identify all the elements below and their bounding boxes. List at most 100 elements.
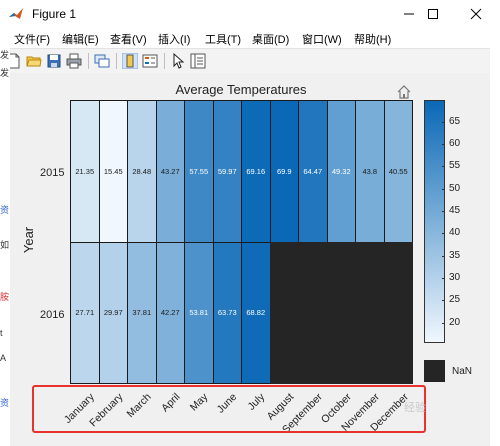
heatmap-cell-label: 29.97 [103,308,123,318]
menu-bar: 文件(F) 编辑(E) 查看(V) 插入(I) 工具(T) 桌面(D) 窗口(W… [0,28,500,48]
heatmap-cell: 69.16 [241,100,271,243]
heatmap-cell-label: 27.71 [75,308,95,318]
heatmap-cell-label: 69.16 [246,166,266,176]
colorbar-icon[interactable] [122,53,138,69]
chart-title: Average Temperatures [175,82,307,97]
menu-edit[interactable]: 编辑(E) [62,31,99,47]
colorbar [424,100,445,343]
colorbar-tick-label: 25 [449,294,461,306]
heatmap-cell-label: 68.82 [246,308,266,318]
save-icon[interactable] [46,53,62,69]
colorbar-tick [442,322,445,324]
menu-insert[interactable]: 插入(I) [158,31,190,47]
heatmap-cell-label: 49.32 [331,166,351,176]
heatmap-cell-label: 53.81 [189,308,209,318]
background-link: 资 [0,398,10,408]
nan-color-swatch [424,360,445,382]
heatmap-cell: 43.27 [155,100,185,243]
colorbar-tick [442,278,445,280]
colorbar-tick [442,121,445,123]
print-icon[interactable] [66,53,82,69]
colorbar-tick-label: 65 [449,115,461,127]
heatmap-cell: 42.27 [155,241,185,384]
heatmap-cell: 59.97 [212,100,242,243]
colorbar-tick-label: 45 [449,205,461,217]
heatmap-cell: 49.32 [326,100,356,243]
nan-label: NaN [452,366,473,377]
heatmap-cell-label: 57.55 [189,166,209,176]
colorbar-tick-label: 35 [449,249,461,261]
heatmap-cell: 53.81 [184,241,214,384]
heatmap-cell: 63.73 [212,241,242,384]
heatmap-cell-label: 28.48 [132,166,152,176]
colorbar-tick-label: 60 [449,138,461,150]
heatmap-cell: 27.71 [70,241,100,384]
home-icon[interactable] [396,84,412,100]
colorbar-tick [442,233,445,235]
colorbar-tick [442,300,445,302]
heatmap-cell [355,241,385,384]
background-text: 如 [0,240,10,250]
menu-desktop[interactable]: 桌面(D) [252,31,289,47]
colorbar-tick-label: 30 [449,272,461,284]
maximize-button[interactable] [415,0,451,28]
heatmap-cell: 28.48 [127,100,157,243]
legend-icon[interactable] [142,53,158,69]
toolbar-separator [88,53,89,69]
heatmap-cell [269,241,299,384]
close-button[interactable] [458,0,494,28]
heatmap-cell: 57.55 [184,100,214,243]
heatmap-cell-label: 21.35 [75,166,95,176]
menu-tools[interactable]: 工具(T) [205,31,241,47]
heatmap-cell-label: 64.47 [303,166,323,176]
background-text: A [0,353,7,363]
pointer-icon[interactable] [170,53,186,69]
heatmap-cell-label: 15.45 [103,166,123,176]
property-editor-icon[interactable] [190,53,206,69]
heatmap-cell: 37.81 [127,241,157,384]
window-title: Figure 1 [32,7,77,21]
menu-view[interactable]: 查看(V) [110,31,147,47]
heatmap-cell-label: 42.27 [160,308,180,318]
maximize-icon [428,9,438,19]
heatmap-cell [298,241,328,384]
colorbar-tick [442,144,445,146]
watermark: 经验 [404,402,426,414]
highlight-frame [32,385,426,433]
background-text: 发 [0,68,10,78]
colorbar-tick-label: 40 [449,227,461,239]
background-text: 胺 [0,292,10,302]
background-link: 资 [0,205,10,215]
y-tick-label: 2015 [40,167,65,179]
colorbar-tick [442,166,445,168]
heatmap-cell-label: 69.9 [276,166,292,176]
background-text: 发 [0,50,10,60]
open-icon[interactable] [26,53,42,69]
colorbar-tick-label: 20 [449,316,461,328]
heatmap-cell-label: 43.8 [362,166,378,176]
link-icon[interactable] [94,53,110,69]
heatmap-cell-label: 37.81 [132,308,152,318]
colorbar-tick [442,255,445,257]
y-axis-label: Year [21,226,36,254]
heatmap-cell [326,241,356,384]
toolbar-separator [116,53,117,69]
toolbar-separator [164,53,165,69]
menu-window[interactable]: 窗口(W) [302,31,342,47]
menu-file[interactable]: 文件(F) [14,31,50,47]
heatmap-cell: 43.8 [355,100,385,243]
heatmap-cell: 64.47 [298,100,328,243]
toolbar [0,48,500,74]
heatmap-cell-label: 63.73 [217,308,237,318]
heatmap-cell: 15.45 [98,100,128,243]
background-page-right [490,48,500,446]
background-text: t [0,328,3,338]
colorbar-tick-label: 50 [449,182,461,194]
heatmap-cell: 40.55 [383,100,413,243]
heatmap-cell-label: 59.97 [217,166,237,176]
heatmap-cell-label: 43.27 [160,166,180,176]
menu-help[interactable]: 帮助(H) [354,31,391,47]
heatmap-cell: 29.97 [98,241,128,384]
heatmap-cell: 69.9 [269,100,299,243]
close-icon [470,8,482,20]
